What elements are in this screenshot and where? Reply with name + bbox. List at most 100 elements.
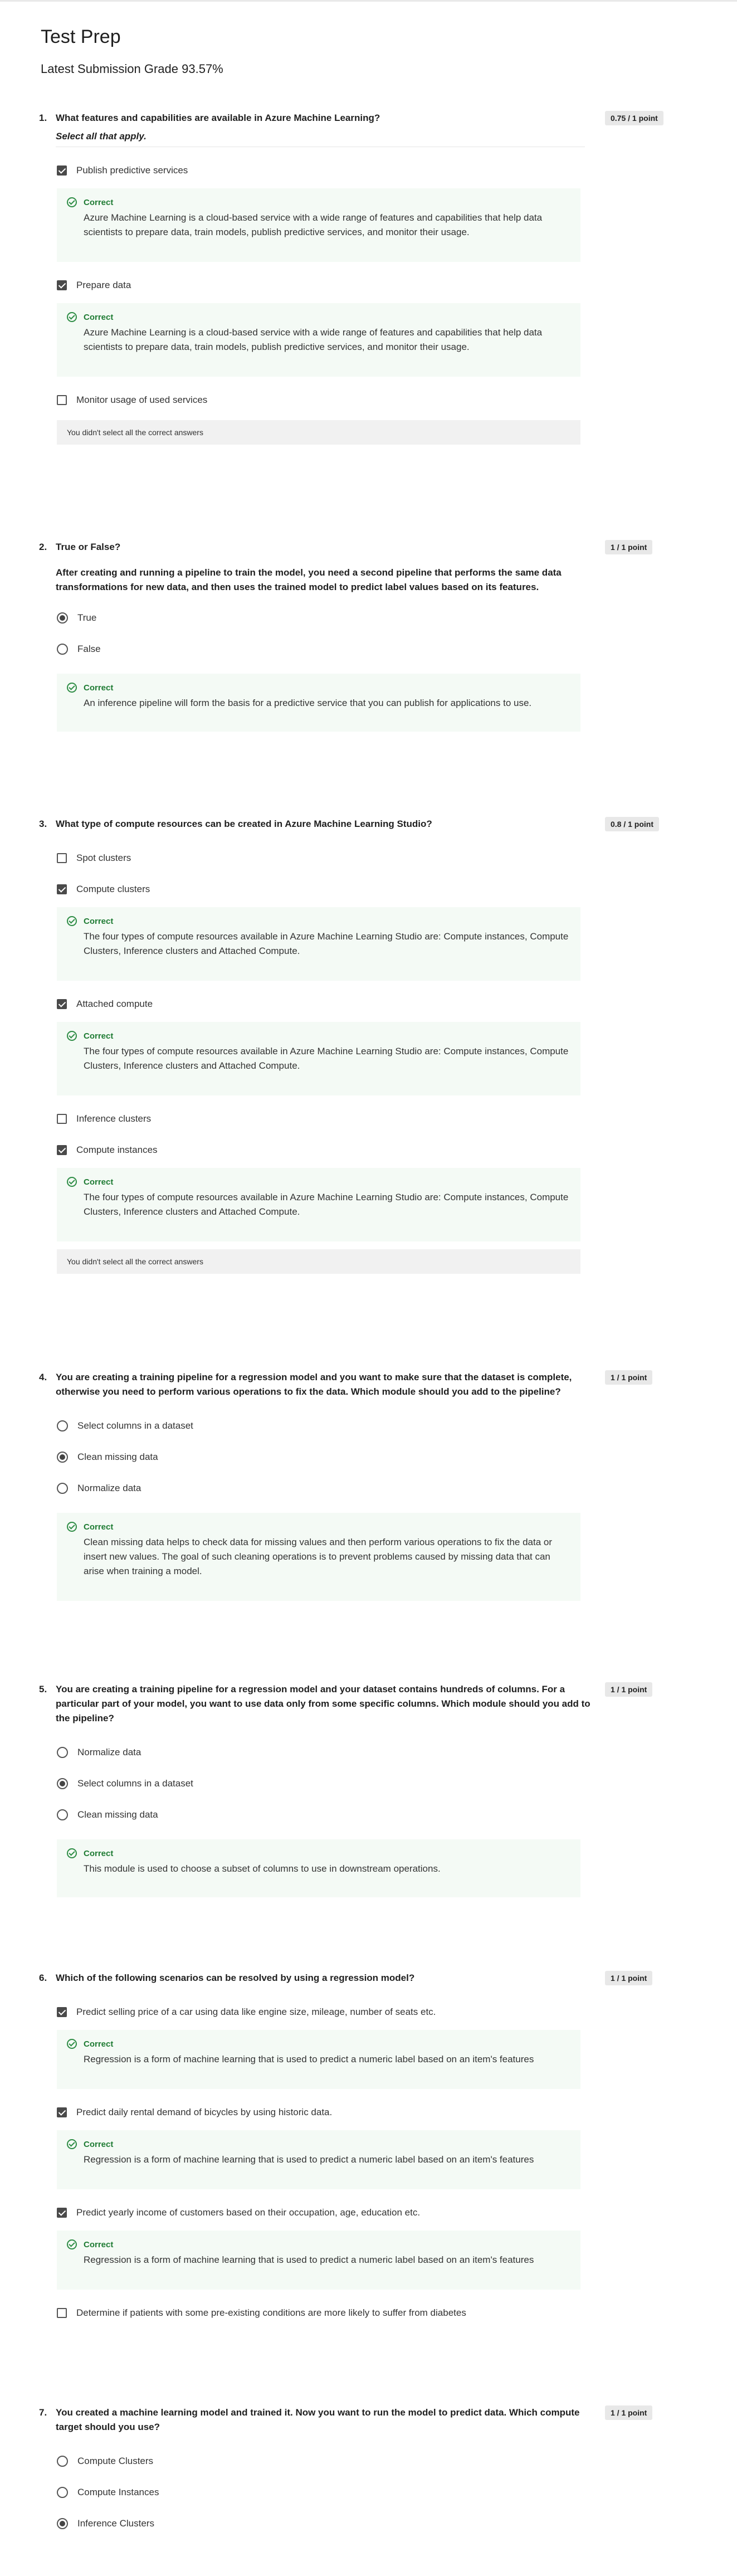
- option-select-columns[interactable]: Select columns in a dataset: [57, 1410, 580, 1442]
- option-normalize-data[interactable]: Normalize data: [57, 1737, 580, 1768]
- checkbox-icon[interactable]: [57, 2007, 67, 2017]
- question-text: You are creating a training pipeline for…: [56, 1372, 572, 1397]
- check-circle-icon: [67, 2139, 77, 2149]
- option-compute-clusters[interactable]: Compute clusters: [57, 874, 580, 905]
- option-predict-bicycle-demand[interactable]: Predict daily rental demand of bicycles …: [57, 2097, 580, 2128]
- question-2: 2. True or False? 1 / 1 point After crea…: [39, 540, 668, 739]
- points-badge: 1 / 1 point: [605, 2405, 653, 2420]
- option-compute-instances[interactable]: Compute instances: [57, 1134, 580, 1166]
- option-predict-car-price[interactable]: Predict selling price of a car using dat…: [57, 1996, 580, 2028]
- check-circle-icon: [67, 2039, 77, 2049]
- radio-icon[interactable]: [57, 612, 68, 624]
- option-compute-instances[interactable]: Compute Instances: [57, 2477, 580, 2508]
- feedback-correct: Correct Clean missing data helps to chec…: [57, 1513, 580, 1601]
- top-border: [0, 0, 737, 2]
- question-text: You created a machine learning model and…: [56, 2407, 580, 2432]
- check-circle-icon: [67, 1522, 77, 1532]
- check-circle-icon: [67, 683, 77, 693]
- option-attached-compute[interactable]: Attached compute: [57, 988, 580, 1020]
- points-badge: 1 / 1 point: [605, 540, 653, 554]
- page-title: Test Prep: [41, 26, 121, 47]
- grade-label: Latest Submission Grade 93.57%: [41, 62, 223, 76]
- option-true[interactable]: True: [57, 602, 580, 634]
- radio-icon[interactable]: [57, 1483, 68, 1494]
- option-inference-clusters[interactable]: Inference clusters: [57, 1103, 580, 1134]
- option-false[interactable]: False: [57, 634, 580, 665]
- question-number: 4.: [39, 1372, 47, 1382]
- question-7: 7. You created a machine learning model …: [39, 2405, 668, 2539]
- radio-icon[interactable]: [57, 1452, 68, 1463]
- radio-icon[interactable]: [57, 2487, 68, 2498]
- option-compute-clusters[interactable]: Compute Clusters: [57, 2446, 580, 2477]
- feedback-correct: Correct The four types of compute resour…: [57, 907, 580, 981]
- question-4: 4. You are creating a training pipeline …: [39, 1370, 668, 1609]
- feedback-correct: Correct The four types of compute resour…: [57, 1168, 580, 1241]
- partial-credit-notice: You didn't select all the correct answer…: [57, 420, 580, 445]
- question-text: You are creating a training pipeline for…: [56, 1684, 590, 1723]
- question-1: 1. What features and capabilities are av…: [39, 111, 668, 445]
- option-publish-predictive-services[interactable]: Publish predictive services: [57, 155, 580, 186]
- points-badge: 0.75 / 1 point: [605, 111, 663, 125]
- question-statement: After creating and running a pipeline to…: [56, 567, 562, 592]
- checkbox-icon[interactable]: [57, 2308, 67, 2318]
- option-determine-diabetes[interactable]: Determine if patients with some pre-exis…: [57, 2297, 580, 2329]
- option-normalize-data[interactable]: Normalize data: [57, 1473, 580, 1504]
- checkbox-icon[interactable]: [57, 1114, 67, 1124]
- checkbox-icon[interactable]: [57, 280, 67, 290]
- question-text: What features and capabilities are avail…: [56, 113, 380, 123]
- question-3: 3. What type of compute resources can be…: [39, 817, 668, 1274]
- question-number: 3.: [39, 819, 47, 829]
- feedback-correct: Correct This module is used to choose a …: [57, 1839, 580, 1897]
- option-clean-missing-data[interactable]: Clean missing data: [57, 1799, 580, 1830]
- question-number: 7.: [39, 2407, 47, 2418]
- option-spot-clusters[interactable]: Spot clusters: [57, 843, 580, 874]
- checkbox-icon[interactable]: [57, 165, 67, 176]
- radio-icon[interactable]: [57, 2518, 68, 2529]
- question-number: 2.: [39, 542, 47, 552]
- check-circle-icon: [67, 1031, 77, 1041]
- feedback-correct: Correct Regression is a form of machine …: [57, 2030, 580, 2089]
- feedback-correct: Correct The four types of compute resour…: [57, 1022, 580, 1095]
- question-text: True or False?: [56, 542, 121, 552]
- check-circle-icon: [67, 312, 77, 322]
- feedback-correct: Correct Regression is a form of machine …: [57, 2231, 580, 2290]
- radio-icon[interactable]: [57, 1778, 68, 1789]
- checkbox-icon[interactable]: [57, 884, 67, 894]
- check-circle-icon: [67, 2239, 77, 2249]
- feedback-correct: Correct Regression is a form of machine …: [57, 2130, 580, 2189]
- check-circle-icon: [67, 1848, 77, 1858]
- question-number: 1.: [39, 113, 47, 123]
- radio-icon[interactable]: [57, 1747, 68, 1758]
- points-badge: 0.8 / 1 point: [605, 817, 660, 831]
- question-5: 5. You are creating a training pipeline …: [39, 1682, 668, 1905]
- checkbox-icon[interactable]: [57, 395, 67, 405]
- check-circle-icon: [67, 197, 77, 207]
- option-clean-missing-data[interactable]: Clean missing data: [57, 1442, 580, 1473]
- option-select-columns[interactable]: Select columns in a dataset: [57, 1768, 580, 1799]
- radio-icon[interactable]: [57, 2456, 68, 2467]
- option-monitor-usage[interactable]: Monitor usage of used services: [57, 384, 580, 416]
- checkbox-icon[interactable]: [57, 2208, 67, 2218]
- question-instruction: Select all that apply.: [56, 131, 147, 142]
- feedback-correct: Correct Azure Machine Learning is a clou…: [57, 188, 580, 262]
- checkbox-icon[interactable]: [57, 853, 67, 863]
- question-number: 5.: [39, 1684, 47, 1694]
- radio-icon[interactable]: [57, 1809, 68, 1820]
- check-circle-icon: [67, 916, 77, 926]
- points-badge: 1 / 1 point: [605, 1971, 653, 1985]
- check-circle-icon: [67, 1177, 77, 1187]
- radio-icon[interactable]: [57, 1420, 68, 1431]
- points-badge: 1 / 1 point: [605, 1682, 653, 1697]
- option-prepare-data[interactable]: Prepare data: [57, 270, 580, 301]
- checkbox-icon[interactable]: [57, 2107, 67, 2117]
- partial-credit-notice: You didn't select all the correct answer…: [57, 1249, 580, 1274]
- points-badge: 1 / 1 point: [605, 1370, 653, 1385]
- checkbox-icon[interactable]: [57, 1145, 67, 1155]
- option-predict-yearly-income[interactable]: Predict yearly income of customers based…: [57, 2197, 580, 2228]
- radio-icon[interactable]: [57, 644, 68, 655]
- question-text: What type of compute resources can be cr…: [56, 819, 432, 829]
- question-number: 6.: [39, 1973, 47, 1983]
- question-6: 6. Which of the following scenarios can …: [39, 1971, 668, 2329]
- option-inference-clusters[interactable]: Inference Clusters: [57, 2508, 580, 2539]
- checkbox-icon[interactable]: [57, 999, 67, 1009]
